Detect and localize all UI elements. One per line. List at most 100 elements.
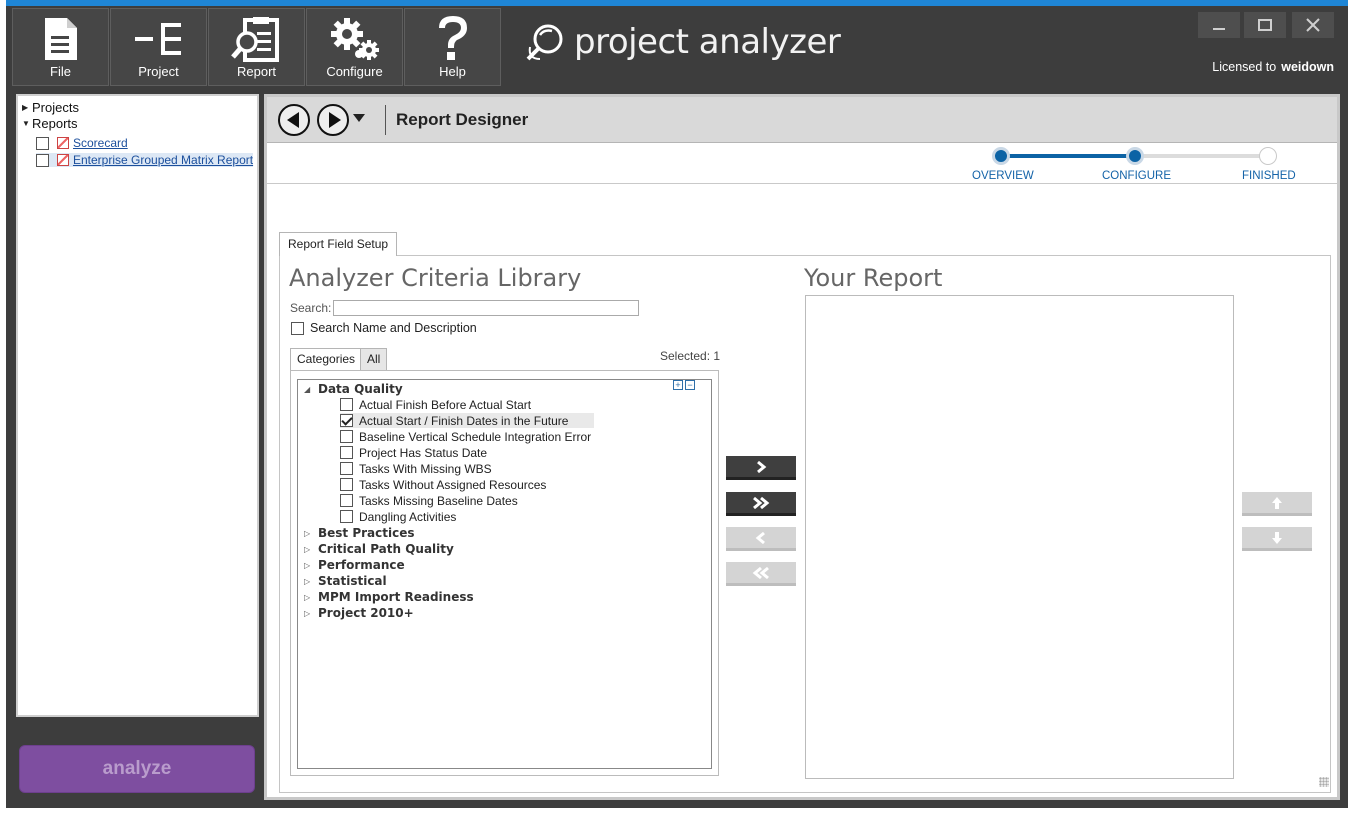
criteria-label: Tasks With Missing WBS bbox=[359, 461, 492, 476]
criteria-label: Baseline Vertical Schedule Integration E… bbox=[359, 429, 592, 444]
collapse-all-icon[interactable]: − bbox=[685, 380, 695, 390]
expand-all-icon[interactable]: + bbox=[673, 380, 683, 390]
double-chevron-left-icon bbox=[752, 566, 769, 579]
expand-arrow-icon[interactable]: ▷ bbox=[304, 545, 318, 554]
report-link[interactable]: Scorecard bbox=[73, 136, 128, 150]
categories-panel: + − ◢ Data Quality Actual Finish Before … bbox=[290, 370, 719, 776]
back-button[interactable] bbox=[278, 104, 310, 136]
category-mpm-import-readiness[interactable]: ▷ MPM Import Readiness bbox=[304, 590, 474, 604]
criteria-item[interactable]: Baseline Vertical Schedule Integration E… bbox=[340, 429, 617, 444]
criteria-item[interactable]: Tasks With Missing WBS bbox=[340, 461, 518, 476]
criteria-item[interactable]: Dangling Activities bbox=[340, 509, 482, 524]
configure-button[interactable]: Configure bbox=[306, 8, 403, 86]
search-name-description-option[interactable]: Search Name and Description bbox=[291, 321, 477, 335]
criteria-item[interactable]: Actual Start / Finish Dates in the Futur… bbox=[340, 413, 595, 428]
category-label: Project 2010+ bbox=[318, 606, 414, 620]
criteria-label: Dangling Activities bbox=[359, 509, 457, 524]
project-button[interactable]: Project bbox=[110, 8, 207, 86]
tree-node-reports[interactable]: ▼ Reports bbox=[22, 116, 78, 131]
remove-all-button[interactable] bbox=[726, 562, 796, 586]
help-button[interactable]: Help bbox=[404, 8, 501, 86]
category-project-2010[interactable]: ▷ Project 2010+ bbox=[304, 606, 414, 620]
your-report-list[interactable] bbox=[805, 295, 1234, 779]
resize-grip[interactable] bbox=[1319, 777, 1329, 787]
criteria-tree: + − ◢ Data Quality Actual Finish Before … bbox=[297, 379, 712, 769]
category-label: Best Practices bbox=[318, 526, 415, 540]
category-best-practices[interactable]: ▷ Best Practices bbox=[304, 526, 415, 540]
file-button[interactable]: File bbox=[12, 8, 109, 86]
chevron-right-icon bbox=[757, 460, 767, 473]
expand-arrow-icon[interactable]: ▶ bbox=[22, 103, 32, 112]
criteria-item[interactable]: Project Has Status Date bbox=[340, 445, 513, 460]
criteria-checkbox[interactable] bbox=[340, 478, 353, 491]
page-title: Report Designer bbox=[396, 110, 529, 129]
forward-button[interactable] bbox=[317, 104, 349, 136]
collapse-arrow-icon[interactable]: ◢ bbox=[304, 385, 318, 394]
move-up-button[interactable] bbox=[1242, 492, 1312, 516]
analyze-button[interactable]: analyze bbox=[19, 745, 255, 793]
category-performance[interactable]: ▷ Performance bbox=[304, 558, 405, 572]
search-label: Search: bbox=[290, 301, 332, 315]
expand-arrow-icon[interactable]: ▷ bbox=[304, 593, 318, 602]
add-all-button[interactable] bbox=[726, 492, 796, 516]
collapse-arrow-icon[interactable]: ▼ bbox=[22, 119, 32, 128]
add-selected-button[interactable] bbox=[726, 456, 796, 480]
wizard-step-finished-dot[interactable] bbox=[1259, 147, 1277, 165]
expand-arrow-icon[interactable]: ▷ bbox=[304, 529, 318, 538]
header-divider bbox=[385, 105, 386, 135]
maximize-button[interactable] bbox=[1244, 12, 1286, 38]
subtab-all[interactable]: All bbox=[360, 348, 388, 370]
wizard-step-configure-dot[interactable] bbox=[1126, 147, 1144, 165]
criteria-checkbox[interactable] bbox=[340, 398, 353, 411]
subtab-categories[interactable]: Categories bbox=[290, 348, 363, 370]
criteria-item[interactable]: Tasks Without Assigned Resources bbox=[340, 477, 572, 492]
report-checkbox[interactable] bbox=[36, 153, 49, 167]
criteria-checkbox[interactable] bbox=[340, 414, 353, 427]
report-item-scorecard[interactable]: Scorecard bbox=[36, 136, 128, 150]
wizard-step-finished-label[interactable]: FINISHED bbox=[1242, 170, 1296, 182]
category-data-quality[interactable]: ◢ Data Quality bbox=[304, 382, 403, 396]
criteria-checkbox[interactable] bbox=[340, 510, 353, 523]
report-checkbox[interactable] bbox=[36, 136, 49, 150]
tab-report-field-setup[interactable]: Report Field Setup bbox=[279, 232, 398, 256]
criteria-item[interactable]: Tasks Missing Baseline Dates bbox=[340, 493, 544, 508]
double-chevron-right-icon bbox=[753, 496, 770, 509]
remove-selected-button[interactable] bbox=[726, 527, 796, 551]
search-description-checkbox[interactable] bbox=[291, 321, 304, 335]
history-dropdown-icon[interactable] bbox=[353, 114, 365, 122]
search-input[interactable] bbox=[333, 300, 639, 316]
wizard-line-todo bbox=[1135, 154, 1269, 158]
expand-arrow-icon[interactable]: ▷ bbox=[304, 577, 318, 586]
criteria-checkbox[interactable] bbox=[340, 430, 353, 443]
criteria-checkbox[interactable] bbox=[340, 446, 353, 459]
forward-arrow-icon bbox=[328, 112, 341, 128]
category-label: Performance bbox=[318, 558, 405, 572]
criteria-checkbox[interactable] bbox=[340, 462, 353, 475]
back-arrow-icon bbox=[286, 112, 299, 128]
wizard-step-configure-label[interactable]: CONFIGURE bbox=[1102, 170, 1171, 182]
report-button[interactable]: Report bbox=[208, 8, 305, 86]
criteria-checkbox[interactable] bbox=[340, 494, 353, 507]
tree-node-reports-label: Reports bbox=[32, 116, 78, 131]
criteria-item[interactable]: Actual Finish Before Actual Start bbox=[340, 397, 557, 412]
tree-node-projects[interactable]: ▶ Projects bbox=[22, 100, 79, 115]
license-prefix: Licensed to bbox=[1212, 60, 1277, 74]
expand-arrow-icon[interactable]: ▷ bbox=[304, 609, 318, 618]
minimize-button[interactable] bbox=[1198, 12, 1240, 38]
category-statistical[interactable]: ▷ Statistical bbox=[304, 574, 387, 588]
close-button[interactable] bbox=[1292, 12, 1334, 38]
brand-logo: project analyzer bbox=[524, 18, 841, 66]
criteria-label: Tasks Without Assigned Resources bbox=[359, 477, 547, 492]
category-critical-path-quality[interactable]: ▷ Critical Path Quality bbox=[304, 542, 454, 556]
move-down-button[interactable] bbox=[1242, 527, 1312, 551]
report-item-enterprise-grouped-matrix[interactable]: Enterprise Grouped Matrix Report bbox=[36, 153, 254, 167]
arrow-down-icon bbox=[1272, 531, 1282, 544]
project-hierarchy-icon bbox=[111, 15, 206, 63]
library-title: Analyzer Criteria Library bbox=[289, 264, 582, 292]
magnifier-logo-icon bbox=[526, 24, 563, 61]
wizard-step-overview-label[interactable]: OVERVIEW bbox=[972, 170, 1034, 182]
project-label: Project bbox=[138, 64, 179, 79]
expand-arrow-icon[interactable]: ▷ bbox=[304, 561, 318, 570]
report-link[interactable]: Enterprise Grouped Matrix Report bbox=[73, 153, 253, 167]
wizard-step-overview-dot[interactable] bbox=[992, 147, 1010, 165]
